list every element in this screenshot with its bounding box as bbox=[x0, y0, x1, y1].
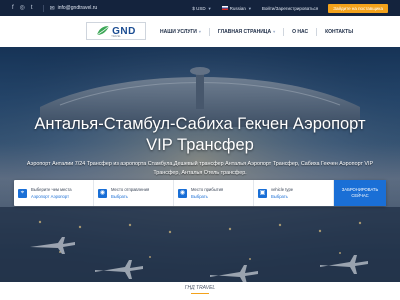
logo-subtitle: TRAVEL bbox=[111, 35, 121, 38]
field-value: Выбрать bbox=[271, 194, 288, 199]
field-label: Место отправления bbox=[111, 187, 150, 192]
currency-value: $ USD bbox=[192, 5, 206, 11]
location-icon: ◉ bbox=[178, 188, 187, 198]
language-value: Russian bbox=[229, 5, 246, 11]
chevron-down-icon: ▾ bbox=[273, 29, 276, 34]
social-links: f ◎ t bbox=[12, 5, 33, 11]
departure-field[interactable]: ◉ Место отправления Выбрать bbox=[94, 180, 174, 206]
field-label: Выберите чем места bbox=[31, 187, 72, 192]
arrival-field[interactable]: ◉ Место прибытия Выбрать bbox=[174, 180, 254, 206]
chevron-down-icon: ▼ bbox=[207, 5, 212, 11]
twitter-icon[interactable]: t bbox=[31, 5, 33, 11]
field-value: Выбрать bbox=[191, 194, 208, 199]
chevron-down-icon: ▾ bbox=[198, 29, 201, 34]
menu-item-services[interactable]: НАШИ УСЛУГИ ▾ bbox=[160, 29, 201, 35]
language-select[interactable]: Russian ▼ bbox=[221, 5, 252, 11]
menu-item-about[interactable]: О НАС bbox=[292, 29, 308, 35]
vehicle-type-field[interactable]: ▣ vehicle type Выбрать bbox=[254, 180, 334, 206]
menu-item-label: КОНТАКТЫ bbox=[325, 28, 354, 35]
brand-section: ГНД TRAVEL bbox=[0, 282, 400, 300]
section-divider bbox=[191, 293, 209, 294]
top-bar: f ◎ t ✉ info@gndtravel.ru $ USD ▼ Russia… bbox=[0, 0, 400, 16]
car-icon: ▣ bbox=[258, 188, 267, 198]
hero-description: Аэропорт Анталии 7/24 Трансфер из аэропо… bbox=[26, 161, 374, 176]
facebook-icon[interactable]: f bbox=[12, 5, 14, 11]
menu-divider bbox=[208, 27, 210, 36]
envelope-icon: ✉ bbox=[49, 5, 55, 12]
menu-divider bbox=[283, 27, 285, 36]
top-bar-right: $ USD ▼ Russian ▼ Войти/Зарегистрировать… bbox=[192, 3, 388, 13]
hero-banner: Анталья-Стамбул-Сабиха Гекчен Аэропорт V… bbox=[0, 47, 400, 300]
transfer-type-field[interactable]: ⌖ Выберите чем места Аэропорт Аэропорт bbox=[14, 180, 94, 206]
email-link[interactable]: ✉ info@gndtravel.ru bbox=[42, 4, 98, 12]
transfer-search-form: ⌖ Выберите чем места Аэропорт Аэропорт ◉… bbox=[14, 180, 386, 206]
field-value: Выбрать bbox=[111, 194, 128, 199]
map-pin-icon: ⌖ bbox=[18, 188, 27, 198]
hero-title-line2: VIP Трансфер bbox=[146, 136, 254, 154]
field-label: vehicle type bbox=[271, 187, 294, 192]
menu-item-home[interactable]: ГЛАВНАЯ СТРАНИЦА ▾ bbox=[218, 29, 275, 35]
main-menu: НАШИ УСЛУГИ ▾ ГЛАВНАЯ СТРАНИЦА ▾ О НАС К… bbox=[160, 16, 353, 47]
field-value: Аэропорт Аэропорт bbox=[31, 194, 70, 199]
site-logo[interactable]: GND TRAVEL bbox=[86, 22, 146, 40]
hero-title-line1: Анталья-Стамбул-Сабиха Гекчен Аэропорт bbox=[34, 115, 366, 133]
menu-divider bbox=[316, 27, 318, 36]
chevron-down-icon: ▼ bbox=[247, 5, 252, 11]
currency-select[interactable]: $ USD ▼ bbox=[192, 6, 211, 11]
menu-item-contacts[interactable]: КОНТАКТЫ bbox=[325, 29, 353, 35]
section-title: ГНД TRAVEL bbox=[184, 285, 216, 291]
location-icon: ◉ bbox=[98, 188, 107, 198]
menu-item-label: ГЛАВНАЯ СТРАНИЦА bbox=[217, 28, 272, 35]
menu-item-label: О НАС bbox=[292, 28, 309, 35]
supplier-button[interactable]: Зайдите на поставщика bbox=[328, 3, 388, 13]
instagram-icon[interactable]: ◎ bbox=[20, 5, 25, 11]
russia-flag-icon bbox=[221, 6, 228, 10]
main-navbar: GND TRAVEL НАШИ УСЛУГИ ▾ ГЛАВНАЯ СТРАНИЦ… bbox=[0, 16, 400, 47]
email-text[interactable]: info@gndtravel.ru bbox=[58, 5, 98, 11]
menu-item-label: НАШИ УСЛУГИ bbox=[160, 28, 197, 35]
field-label: Место прибытия bbox=[191, 187, 224, 192]
book-now-button[interactable]: ЗАБРОНИРОВАТЬ СЕЙЧАС bbox=[334, 180, 386, 206]
login-link[interactable]: Войти/Зарегистрироваться bbox=[262, 6, 318, 11]
